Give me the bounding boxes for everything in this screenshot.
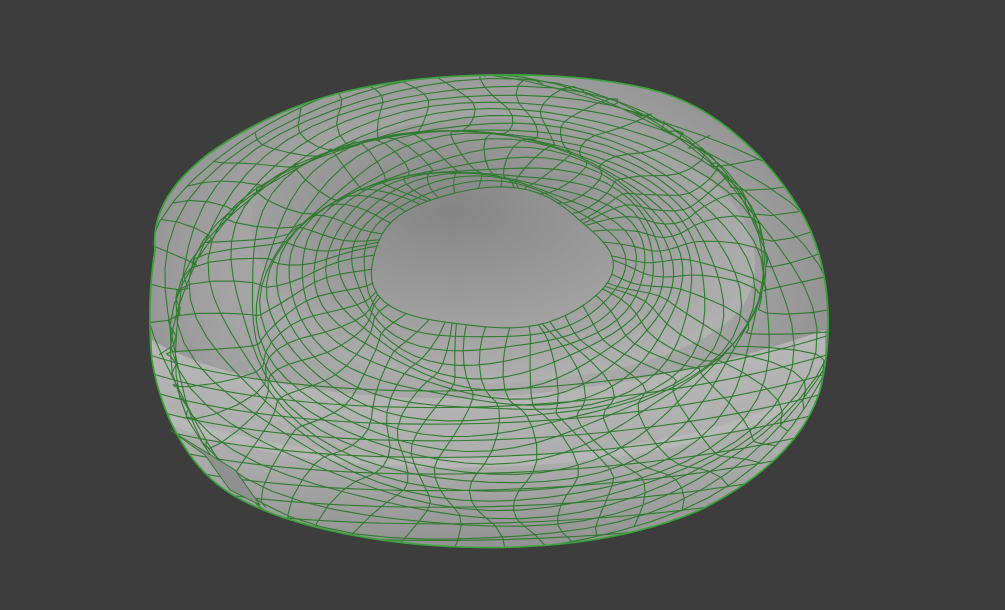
mesh-render[interactable] bbox=[0, 0, 1005, 610]
3d-viewport[interactable] bbox=[0, 0, 1005, 610]
